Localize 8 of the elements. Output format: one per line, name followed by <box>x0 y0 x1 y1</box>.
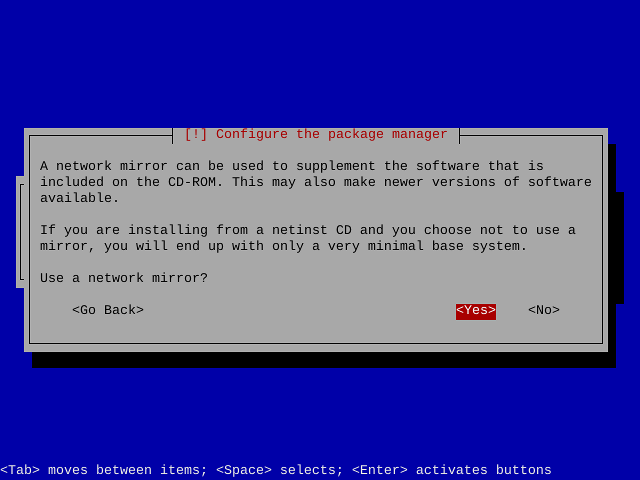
dialog-title: [!] Configure the package manager <box>172 128 460 144</box>
dialog-button[interactable]: <Go Back> <box>72 304 144 320</box>
dialog-text: If you are installing from a netinst CD and you choose not to use a mirror, you will end up with only a very minimal base system. <box>40 224 577 256</box>
dialog-button[interactable]: <No> <box>528 304 560 320</box>
dialog-text: A network mirror can be used to supplement the software that is included on the CD-ROM. This may also make newer versions of software available. <box>40 160 592 208</box>
help-text: <Tab> moves between items; <Space> selects; <Enter> activates buttons <box>0 464 552 480</box>
dialog-button[interactable]: <Yes> <box>456 304 496 320</box>
dialog-text: Use a network mirror? <box>40 272 209 288</box>
